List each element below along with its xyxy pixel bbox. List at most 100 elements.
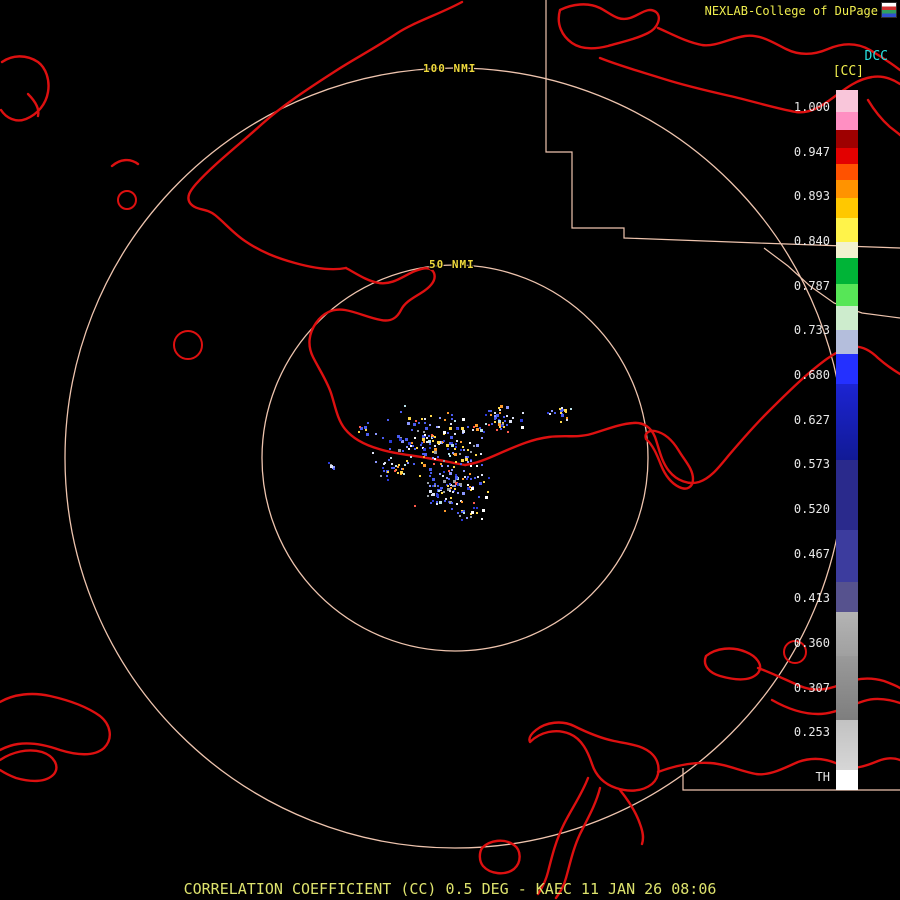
radar-echo-pixel [446,477,448,479]
radar-echo-pixel [447,432,449,434]
colorbar-label: 0.573 [793,457,830,472]
radar-echo-pixel [443,440,445,442]
radar-echo-pixel [504,420,506,422]
radar-echo-pixel [461,427,464,430]
radar-echo-pixel [454,453,457,456]
radar-echo-pixel [440,463,442,465]
radar-echo-pixel [467,484,469,486]
radar-echo-pixel [462,492,465,495]
radar-echo-pixel [457,492,459,494]
radar-echo-pixel [333,468,335,470]
radar-echo-pixel [470,478,472,480]
colorbar-segment [836,112,858,130]
radar-echo-pixel [447,448,449,450]
radar-echo-pixel [476,507,478,509]
radar-echo-pixel [485,414,487,416]
radar-echo-pixel [479,482,482,485]
radar-echo-pixel [500,428,502,430]
radar-echo-pixel [561,414,564,417]
radar-echo-pixel [375,461,377,463]
radar-echo-pixel [404,405,406,407]
radar-echo-pixel [462,478,464,480]
radar-echo-pixel [481,518,483,520]
colorbar-segment [836,530,858,582]
radar-echo-pixel [359,426,361,428]
radar-echo-pixel [429,447,431,449]
radar-echo-pixel [397,466,399,468]
radar-echo-pixel [455,474,457,476]
radar-echo-pixel [423,431,425,433]
colorbar-label: 0.307 [793,680,830,695]
radar-echo-pixel [390,457,392,459]
colorbar-segment [836,460,858,530]
radar-echo-pixel [463,512,465,514]
radar-echo-pixel [418,422,420,424]
radar-echo-pixel [328,462,330,464]
map-outline-path [866,98,900,137]
radar-echo-pixel [482,509,485,512]
radar-echo-pixel [383,463,385,465]
radar-echo-pixel [460,449,462,451]
radar-echo-pixel [429,424,431,426]
radar-echo-pixel [454,420,456,422]
map-outline-path [0,55,50,122]
radar-echo-pixel [467,461,469,463]
radar-echo-pixel [432,485,434,487]
radar-echo-pixel [506,415,508,417]
radar-echo-pixel [452,452,454,454]
radar-echo-pixel [444,500,446,502]
radar-echo-pixel [443,491,445,493]
radar-echo-pixel [421,442,423,444]
radar-echo-pixel [434,485,436,487]
radar-echo-pixel [547,412,549,414]
radar-echo-pixel [400,471,403,474]
brand-text: NEXLAB-College of DuPage [704,4,878,18]
radar-echo-pixel [433,463,435,465]
radar-echo-pixel [375,433,377,435]
radar-echo-pixel [462,430,465,433]
radar-echo-pixel [432,457,434,459]
radar-echo-pixel [481,464,483,466]
radar-echo-pixel [387,479,389,481]
colorbar-label: 0.520 [793,501,830,516]
radar-echo-pixel [465,458,468,461]
radar-echo-pixel [549,413,551,415]
radar-echo-pixel [473,507,475,509]
radar-echo-pixel [421,418,423,420]
radar-echo-pixel [397,472,399,474]
radar-echo-pixel [470,465,472,467]
radar-echo-pixel [469,486,471,488]
radar-echo-pixel [420,444,422,446]
colorbar-label: 0.840 [793,233,830,248]
radar-echo-pixel [447,485,449,487]
map-outline-path [644,429,695,490]
radar-echo-pixel [467,426,469,428]
radar-echo-pixel [466,517,468,519]
radar-echo-pixel [439,473,441,475]
nexlab-logo-icon [881,2,897,18]
radar-echo-pixel [404,464,406,466]
colorbar-segment [836,612,858,656]
radar-echo-pixel [470,460,472,462]
radar-echo-pixel [372,452,374,454]
radar-echo-pixel [437,456,439,458]
radar-echo-pixel [364,426,367,429]
radar-echo-pixel [442,475,444,477]
radar-echo-pixel [449,427,452,430]
radar-echo-pixel [446,444,449,447]
radar-echo-pixel [440,487,442,489]
radar-echo-pixel [451,442,453,444]
map-circle-feature [117,190,137,210]
radar-echo-pixel [445,498,447,500]
radar-echo-pixel [465,456,467,458]
radar-echo-pixel [499,409,501,411]
radar-echo-pixel [441,492,443,494]
radar-echo-pixel [410,445,412,447]
radar-echo-pixel [434,458,436,460]
radar-echo-pixel [467,456,469,458]
radar-echo-pixel [451,414,453,416]
radar-echo-pixel [432,435,434,437]
radar-echo-pixel [483,481,485,483]
map-outline-path [308,266,467,467]
map-outline-path [528,721,660,792]
